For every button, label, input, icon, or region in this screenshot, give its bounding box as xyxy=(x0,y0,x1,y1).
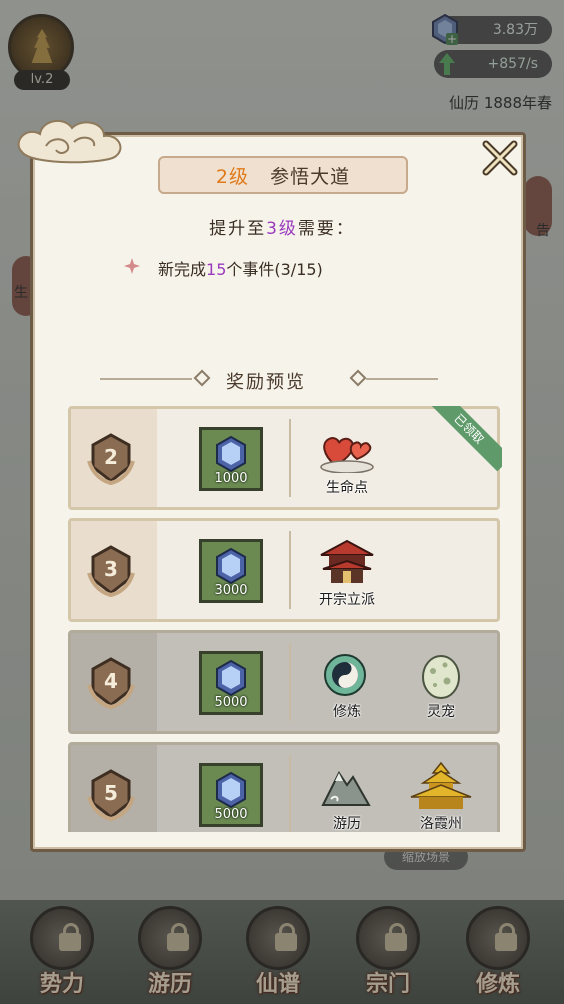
reward-item: 生命点 xyxy=(307,425,387,496)
palace-icon xyxy=(410,761,472,809)
crystal-icon xyxy=(216,548,246,584)
reward-item: 游历 xyxy=(307,761,387,832)
requirement-title: 提升至3级需要： xyxy=(209,219,355,239)
reward-row[interactable]: 5 5000 游历 洛霞州 xyxy=(68,742,500,832)
panel-title: 2级 参悟大道 xyxy=(158,156,408,194)
reward-row[interactable]: 2 1000 生命点 已领取 xyxy=(68,406,502,510)
crystal-icon xyxy=(216,436,246,472)
hearts-icon xyxy=(320,437,374,473)
mountain-icon xyxy=(321,771,371,806)
title-level: 2级 xyxy=(215,166,249,188)
requirement-level: 3级 xyxy=(266,219,298,239)
level-badge-icon xyxy=(87,433,135,486)
title-name: 参悟大道 xyxy=(270,166,351,188)
cloud-ornament-icon xyxy=(17,119,122,164)
yinyang-icon xyxy=(324,654,366,696)
reward-item: 修炼 xyxy=(307,649,387,720)
reward-level: 3 xyxy=(104,557,118,581)
close-icon[interactable] xyxy=(476,134,524,182)
reward-row[interactable]: 3 3000 开宗立派 xyxy=(68,518,500,622)
requirement-count: 15 xyxy=(206,260,227,279)
gem-reward: 1000 xyxy=(199,427,263,491)
gem-reward: 5000 xyxy=(199,651,263,715)
reward-item: 开宗立派 xyxy=(307,537,387,608)
rewards-list[interactable]: 2 1000 生命点 已领取 3 3000 开宗立派 4 5000 修炼 灵宠 … xyxy=(66,406,502,832)
crystal-icon xyxy=(216,772,246,808)
rewards-divider: 奖励预览 xyxy=(100,368,438,393)
temple-icon xyxy=(320,539,374,583)
gem-reward: 5000 xyxy=(199,763,263,827)
reward-item: 洛霞州 xyxy=(401,761,481,832)
reward-level: 4 xyxy=(104,669,118,693)
reward-row[interactable]: 4 5000 修炼 灵宠 xyxy=(68,630,500,734)
crystal-icon xyxy=(216,660,246,696)
rewards-header: 奖励预览 xyxy=(226,372,306,393)
diamond-bullet-icon xyxy=(124,258,140,274)
reward-item: 灵宠 xyxy=(401,649,481,720)
claimed-tag: 已领取 xyxy=(426,406,502,472)
gem-reward: 3000 xyxy=(199,539,263,603)
reward-level: 5 xyxy=(104,781,118,805)
requirement-item: 新完成15个事件(3/15) xyxy=(124,256,323,280)
egg-icon xyxy=(422,655,460,699)
